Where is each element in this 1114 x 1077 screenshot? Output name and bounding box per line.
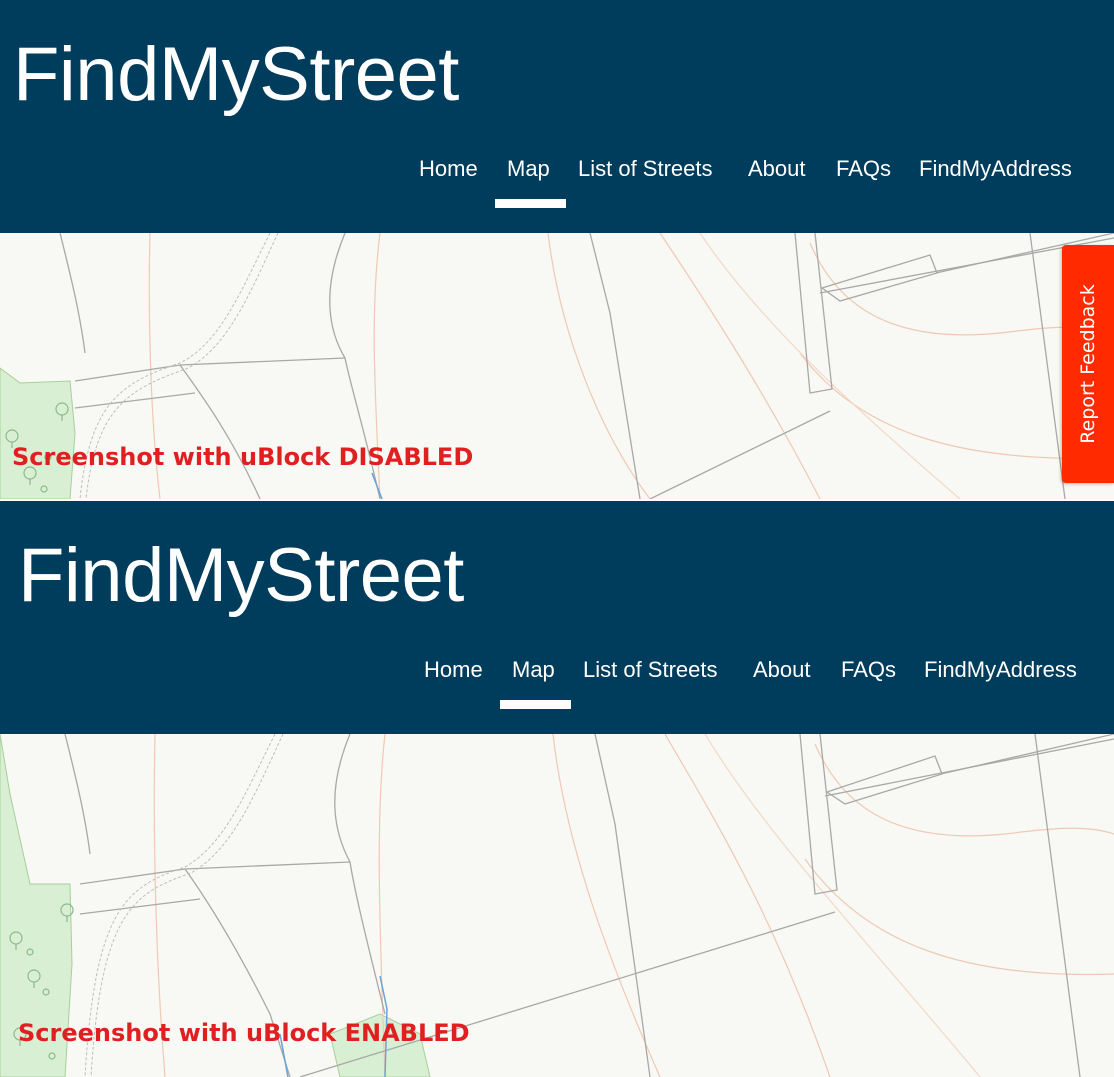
nav-map[interactable]: Map <box>507 152 550 186</box>
active-nav-indicator <box>500 700 571 709</box>
nav-about[interactable]: About <box>748 152 806 186</box>
report-feedback-label: Report Feedback <box>1077 284 1099 444</box>
nav-home[interactable]: Home <box>424 653 483 687</box>
site-header: FindMyStreet Home Map List of Streets Ab… <box>0 501 1114 734</box>
nav-home[interactable]: Home <box>419 152 478 186</box>
nav-faqs[interactable]: FAQs <box>836 152 891 186</box>
site-title[interactable]: FindMyStreet <box>13 30 459 120</box>
stream <box>371 472 383 499</box>
nav-faqs[interactable]: FAQs <box>841 653 896 687</box>
map-view[interactable]: Screenshot with uBlock ENABLED <box>0 734 1114 1077</box>
nav-findmyaddress[interactable]: FindMyAddress <box>924 653 1077 687</box>
nav-list-of-streets[interactable]: List of Streets <box>583 653 718 687</box>
nav-findmyaddress[interactable]: FindMyAddress <box>919 152 1072 186</box>
active-nav-indicator <box>495 199 566 208</box>
nav-about[interactable]: About <box>753 653 811 687</box>
report-feedback-button[interactable]: Report Feedback <box>1062 245 1114 483</box>
screenshot-ublock-disabled: FindMyStreet Home Map List of Streets Ab… <box>0 0 1114 499</box>
map-view[interactable]: Screenshot with uBlock DISABLED Report F… <box>0 233 1114 499</box>
screenshot-caption: Screenshot with uBlock DISABLED <box>12 443 474 471</box>
site-title[interactable]: FindMyStreet <box>18 531 464 621</box>
screenshot-ublock-enabled: FindMyStreet Home Map List of Streets Ab… <box>0 501 1114 1077</box>
screenshot-caption: Screenshot with uBlock ENABLED <box>18 1019 470 1047</box>
site-header: FindMyStreet Home Map List of Streets Ab… <box>0 0 1114 233</box>
nav-list-of-streets[interactable]: List of Streets <box>578 152 713 186</box>
nav-map[interactable]: Map <box>512 653 555 687</box>
woodland-area <box>0 367 76 499</box>
